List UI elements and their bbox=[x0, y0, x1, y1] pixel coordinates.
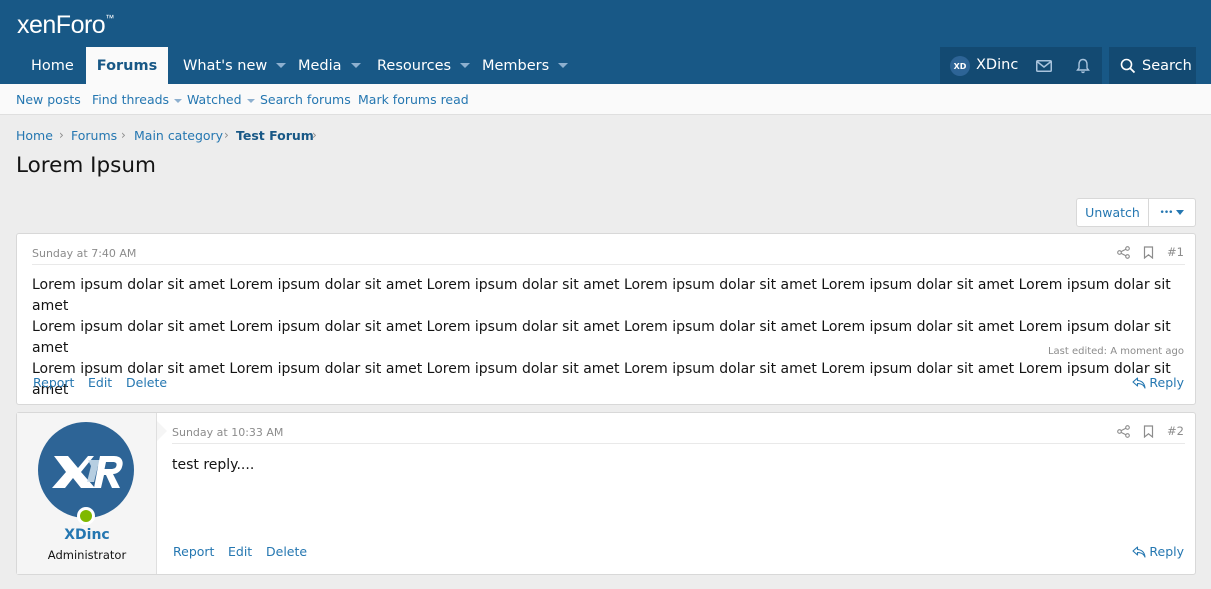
subnav-find-threads[interactable]: Find threads bbox=[92, 84, 183, 115]
last-edited: Last edited: A moment ago bbox=[1047, 346, 1184, 357]
more-icon: ••• bbox=[1159, 207, 1174, 218]
share-icon[interactable] bbox=[1117, 245, 1130, 259]
post-number[interactable]: #2 bbox=[1167, 424, 1184, 438]
reply-label: Reply bbox=[1149, 375, 1184, 390]
post-line: Lorem ipsum dolar sit amet Lorem ipsum d… bbox=[32, 277, 1171, 314]
more-options-button[interactable]: ••• bbox=[1149, 199, 1195, 226]
logo-trademark: ™ bbox=[105, 13, 114, 23]
chevron-right-icon: › bbox=[121, 128, 126, 142]
subnav-new-posts[interactable]: New posts bbox=[16, 84, 81, 115]
nav-tab-media[interactable]: Media bbox=[298, 47, 361, 84]
account-bar: XD XDinc bbox=[940, 47, 1102, 84]
subnav-watched[interactable]: Watched bbox=[187, 84, 255, 115]
post-date[interactable]: Sunday at 7:40 AM bbox=[32, 247, 136, 260]
user-avatar[interactable]: XD bbox=[950, 56, 970, 76]
reply-label: Reply bbox=[1149, 544, 1184, 559]
nav-tab-label: Forums bbox=[96, 57, 158, 74]
bookmark-icon[interactable] bbox=[1143, 245, 1154, 259]
share-icon[interactable] bbox=[1117, 424, 1130, 438]
chevron-right-icon: › bbox=[59, 128, 64, 142]
nav-tab-label: Media bbox=[298, 57, 342, 74]
post-number[interactable]: #1 bbox=[1167, 245, 1184, 259]
nav-tab-label: Resources bbox=[377, 57, 452, 74]
post-content: test reply.... bbox=[172, 457, 255, 473]
chevron-down-icon[interactable] bbox=[350, 63, 361, 68]
search-icon bbox=[1120, 58, 1136, 74]
delete-link[interactable]: Delete bbox=[126, 375, 167, 390]
chevron-down-icon[interactable] bbox=[460, 63, 471, 68]
bookmark-icon[interactable] bbox=[1143, 424, 1154, 438]
divider bbox=[32, 264, 1185, 265]
search-label: Search bbox=[1142, 57, 1192, 74]
online-status-icon bbox=[77, 507, 95, 525]
delete-link[interactable]: Delete bbox=[266, 544, 307, 559]
edit-link[interactable]: Edit bbox=[88, 375, 112, 390]
breadcrumb-forums[interactable]: Forums bbox=[71, 128, 117, 143]
author-title: Administrator bbox=[47, 548, 127, 562]
chevron-down-icon[interactable] bbox=[246, 98, 255, 103]
report-link[interactable]: Report bbox=[173, 544, 214, 559]
user-account-link[interactable]: XDinc bbox=[976, 47, 1018, 84]
chevron-right-icon: › bbox=[224, 128, 229, 142]
nav-tab-whats-new[interactable]: What's new bbox=[183, 47, 287, 84]
unwatch-button[interactable]: Unwatch bbox=[1077, 199, 1149, 226]
chevron-down-icon bbox=[1176, 210, 1185, 215]
breadcrumb-home[interactable]: Home bbox=[16, 128, 53, 143]
divider bbox=[172, 443, 1185, 444]
post-tools: #1 bbox=[1117, 245, 1184, 259]
search-button[interactable]: Search bbox=[1109, 47, 1196, 84]
nav-tab-resources[interactable]: Resources bbox=[377, 47, 471, 84]
reply-icon bbox=[1132, 545, 1146, 558]
post-content: Lorem ipsum dolar sit amet Lorem ipsum d… bbox=[32, 275, 1195, 401]
chevron-right-icon: › bbox=[312, 128, 317, 142]
report-link[interactable]: Report bbox=[33, 375, 74, 390]
edit-link[interactable]: Edit bbox=[228, 544, 252, 559]
nav-tab-members[interactable]: Members bbox=[482, 47, 569, 84]
thread-actions: Unwatch ••• bbox=[1076, 198, 1196, 227]
subnav-label: Find threads bbox=[92, 92, 170, 107]
post-date[interactable]: Sunday at 10:33 AM bbox=[172, 426, 283, 439]
post-user-cell: XDinc Administrator bbox=[17, 413, 157, 574]
chevron-down-icon[interactable] bbox=[558, 63, 569, 68]
xd-logo-icon bbox=[52, 456, 123, 488]
envelope-icon[interactable] bbox=[1034, 56, 1054, 76]
reply-button[interactable]: Reply bbox=[1132, 375, 1184, 390]
page-title: Lorem Ipsum bbox=[16, 153, 156, 178]
chevron-down-icon[interactable] bbox=[276, 63, 287, 68]
user-icon bbox=[80, 510, 92, 522]
nav-tab-label: Home bbox=[31, 57, 74, 74]
logo-text: xenForo bbox=[17, 11, 106, 39]
author-avatar[interactable] bbox=[38, 422, 134, 518]
nav-tab-home[interactable]: Home bbox=[31, 47, 74, 84]
post-line: Lorem ipsum dolar sit amet Lorem ipsum d… bbox=[32, 361, 1171, 398]
reply-button[interactable]: Reply bbox=[1132, 544, 1184, 559]
nav-tab-label: What's new bbox=[183, 57, 268, 74]
subnav-label: Watched bbox=[187, 92, 242, 107]
subnav-search-forums[interactable]: Search forums bbox=[260, 84, 351, 115]
reply-icon bbox=[1132, 376, 1146, 389]
user-cell-arrow bbox=[157, 421, 167, 441]
post-tools: #2 bbox=[1117, 424, 1184, 438]
bell-icon[interactable] bbox=[1073, 56, 1093, 76]
post-line: Lorem ipsum dolar sit amet Lorem ipsum d… bbox=[32, 319, 1171, 356]
post: XDinc Administrator Sunday at 10:33 AM #… bbox=[16, 412, 1196, 575]
breadcrumb-test-forum[interactable]: Test Forum bbox=[236, 128, 314, 143]
breadcrumb-main-category[interactable]: Main category bbox=[134, 128, 223, 143]
subnav-mark-forums-read[interactable]: Mark forums read bbox=[358, 84, 469, 115]
site-logo[interactable]: xenForo™ bbox=[17, 11, 114, 40]
sub-navigation: New posts Find threads Watched Search fo… bbox=[0, 84, 1211, 115]
post: Sunday at 7:40 AM #1 Lorem ipsum dolar s… bbox=[16, 233, 1196, 405]
nav-tab-forums[interactable]: Forums bbox=[86, 47, 168, 84]
site-header: xenForo™ Home Forums What's new Media Re… bbox=[0, 0, 1211, 84]
nav-tab-label: Members bbox=[482, 57, 550, 74]
author-name[interactable]: XDinc bbox=[17, 527, 157, 543]
chevron-down-icon[interactable] bbox=[174, 98, 183, 103]
